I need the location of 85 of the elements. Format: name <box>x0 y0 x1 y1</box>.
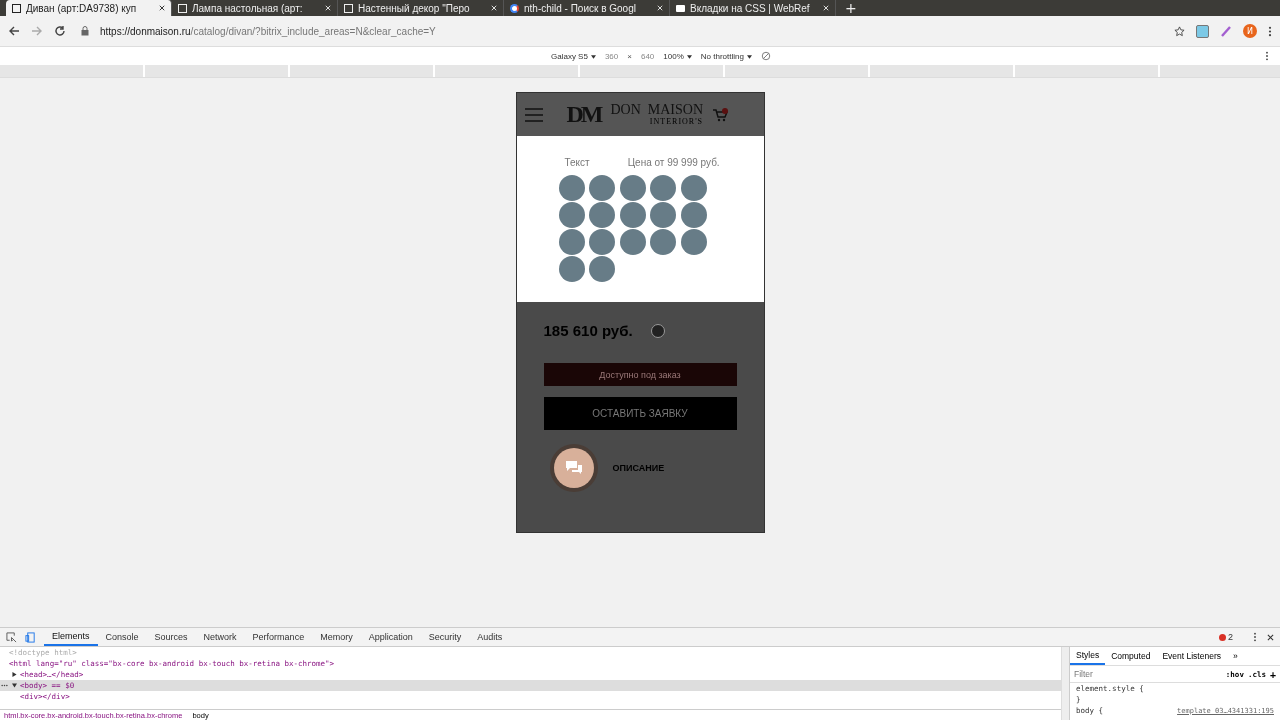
dropdown-caret-icon <box>590 54 596 59</box>
favicon-logo-icon <box>344 3 353 13</box>
google-g-icon <box>510 3 519 13</box>
color-swatch[interactable] <box>650 229 676 255</box>
dropdown-caret-icon <box>746 54 752 59</box>
radio-circle-icon[interactable] <box>650 323 665 338</box>
close-icon[interactable] <box>1267 633 1274 641</box>
devtools-tab[interactable]: Performance <box>244 628 313 646</box>
color-swatch[interactable] <box>650 175 676 201</box>
styles-tab[interactable]: Computed <box>1105 647 1157 665</box>
color-swatch[interactable] <box>558 175 585 201</box>
tab-title: nth-child - Поиск в Googl <box>524 2 637 14</box>
device-select[interactable]: Galaxy S5 <box>551 51 596 61</box>
devtools-tab[interactable]: Console <box>97 628 147 646</box>
width-field[interactable]: 360 <box>604 51 619 61</box>
devtools-tab[interactable]: Security <box>420 628 470 646</box>
back-icon[interactable] <box>8 25 20 37</box>
error-icon <box>1219 633 1226 641</box>
color-swatch[interactable] <box>650 202 676 228</box>
tab-title: Настенный декор "Перо <box>358 2 471 14</box>
color-swatch[interactable] <box>680 229 707 255</box>
dimension-separator: × <box>627 51 632 61</box>
devtools-tab[interactable]: Audits <box>469 628 511 646</box>
tab-title: Вкладки на CSS | WebRef <box>690 2 811 14</box>
cart-icon[interactable] <box>713 107 730 122</box>
bookmark-star-icon[interactable] <box>1174 25 1185 37</box>
inspect-element-icon[interactable] <box>6 631 17 643</box>
color-swatch[interactable] <box>680 175 707 201</box>
styles-tab[interactable]: Event Listeners <box>1156 647 1227 665</box>
color-swatch[interactable] <box>680 202 707 228</box>
color-swatch[interactable] <box>558 256 585 282</box>
speech-bubble-icon <box>676 4 685 12</box>
dropdown-caret-icon <box>686 54 692 59</box>
request-button[interactable]: ОСТАВИТЬ ЗАЯВКУ <box>543 397 737 430</box>
new-tab-button[interactable]: + <box>836 0 866 16</box>
throttling-select[interactable]: No throttling <box>700 51 752 61</box>
color-swatch[interactable] <box>589 175 615 201</box>
availability-bar: Доступно под заказ <box>543 363 737 386</box>
color-swatch[interactable] <box>619 229 646 255</box>
new-rule-button[interactable]: + <box>1269 668 1276 680</box>
close-icon[interactable] <box>159 5 165 11</box>
color-swatch[interactable] <box>558 229 585 255</box>
more-tabs-button[interactable]: » <box>1226 651 1244 661</box>
error-count: 2 <box>1228 632 1233 642</box>
brand-tagline: INTERIOR'S <box>649 117 704 126</box>
color-swatch[interactable] <box>619 175 646 201</box>
zoom-select[interactable]: 100% <box>663 51 692 61</box>
site-brand-name: DON MAISON <box>610 103 704 117</box>
collapse-triangle-icon[interactable] <box>12 683 17 688</box>
chat-button[interactable] <box>553 448 594 488</box>
speech-bubbles-icon <box>565 461 582 475</box>
height-field[interactable]: 640 <box>640 51 655 61</box>
device-toggle-icon[interactable] <box>25 631 36 643</box>
devtools-tab[interactable]: Elements <box>44 628 98 646</box>
devtools-tab[interactable]: Network <box>195 628 245 646</box>
color-swatch[interactable] <box>589 202 615 228</box>
more-options-icon[interactable] <box>1265 51 1269 61</box>
feather-icon[interactable] <box>1220 25 1232 37</box>
price-from-text: Цена от 99 999 руб. <box>627 157 720 168</box>
ellipsis-icon <box>1 684 8 687</box>
color-swatch[interactable] <box>589 256 615 282</box>
menu-icon[interactable] <box>1268 25 1272 37</box>
favicon-logo-icon <box>178 3 187 13</box>
tab-title: Диван (арт:DA9738) куп <box>26 2 138 14</box>
color-swatch[interactable] <box>589 229 615 255</box>
rotate-icon[interactable] <box>760 51 771 61</box>
devtools-tab[interactable]: Application <box>360 628 421 646</box>
more-options-icon[interactable] <box>1253 632 1257 642</box>
browser-tab[interactable]: Диван (арт:DA9738) куп <box>6 0 172 16</box>
devtools-tab[interactable]: Sources <box>146 628 196 646</box>
favicon-logo-icon <box>12 3 21 13</box>
address-field[interactable]: https://donmaison.ru/catalog/divan/?bitrix_include_areas=N&clear_cache=Y <box>100 25 436 37</box>
extension-icon[interactable] <box>1196 24 1209 38</box>
tab-title: Лампа настольная (арт: <box>192 2 304 14</box>
error-counter[interactable]: 2 <box>1219 632 1233 642</box>
color-swatch[interactable] <box>619 202 646 228</box>
expand-triangle-icon[interactable] <box>12 672 17 677</box>
lock-icon <box>81 26 89 36</box>
devtools-tab[interactable]: Memory <box>312 628 361 646</box>
styles-tab[interactable]: Styles <box>1070 647 1106 665</box>
color-swatch[interactable] <box>558 202 585 228</box>
reload-icon[interactable] <box>54 25 66 37</box>
product-price: 185 610 руб. <box>543 322 633 339</box>
scrollbar[interactable] <box>1061 647 1069 720</box>
product-label: Текст <box>564 157 590 168</box>
